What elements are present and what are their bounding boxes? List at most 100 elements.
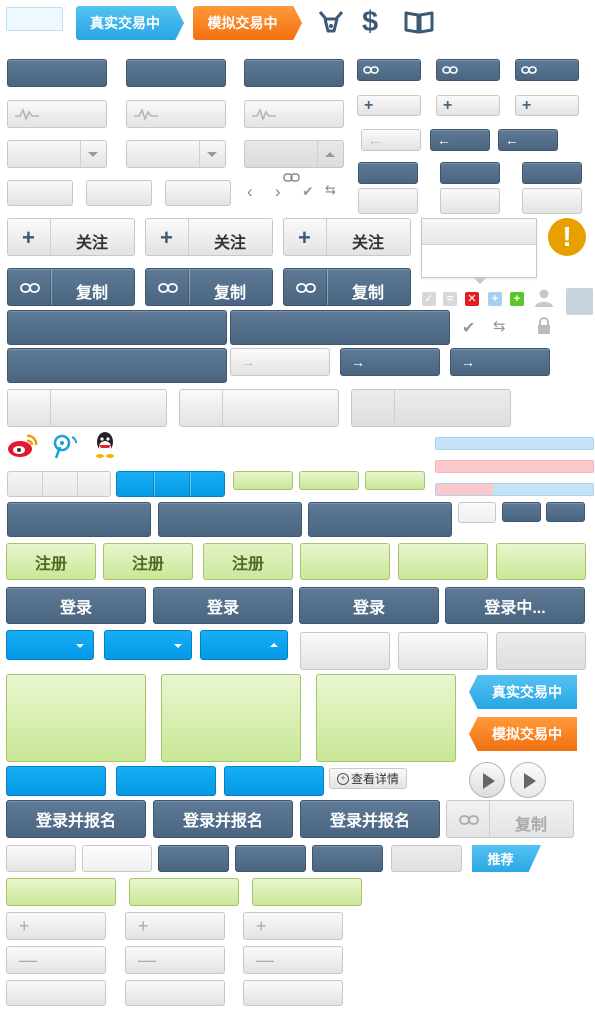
back-button-gray[interactable]: ←	[361, 129, 421, 151]
login-button-3[interactable]: 登录	[299, 587, 439, 624]
login-button-2[interactable]: 登录	[153, 587, 293, 624]
login-signup-button-1[interactable]: 登录并报名	[6, 800, 146, 838]
small-gray-button-3[interactable]	[165, 180, 231, 206]
next-button-gray[interactable]: →	[230, 348, 330, 376]
tiny-blue-button-2[interactable]	[546, 502, 585, 522]
large-blue-button-2[interactable]	[158, 502, 302, 537]
tencent-weibo-icon[interactable]	[52, 433, 80, 459]
gray-button-r20-2[interactable]	[82, 845, 152, 872]
segmented-gray[interactable]	[7, 471, 111, 497]
minus-button-1[interactable]: —	[6, 946, 106, 974]
view-details-button[interactable]: + 查看详情	[329, 768, 407, 789]
blue-button-r20-3[interactable]	[312, 845, 383, 872]
sky-dropdown-3[interactable]	[200, 630, 288, 660]
wide-blue-button-2[interactable]	[230, 310, 450, 345]
sky-button-1[interactable]	[6, 766, 106, 796]
chart-button-1[interactable]	[7, 100, 107, 128]
large-blue-button-1[interactable]	[7, 502, 151, 537]
large-blue-button-3[interactable]	[308, 502, 452, 537]
qq-icon[interactable]	[93, 431, 117, 459]
follow-button-2[interactable]: + 关注	[145, 218, 273, 256]
chart-button-2[interactable]	[126, 100, 226, 128]
gray-medium-button-1[interactable]	[300, 632, 390, 670]
login-signup-button-2[interactable]: 登录并报名	[153, 800, 293, 838]
register-button-2[interactable]: 注册	[103, 543, 193, 580]
blank-gray-mini-2[interactable]	[440, 188, 500, 214]
split-gray-button-3[interactable]	[351, 389, 511, 427]
small-gray-button-1[interactable]	[7, 180, 73, 206]
follow-button-1[interactable]: + 关注	[7, 218, 135, 256]
green-panel-2[interactable]	[161, 674, 301, 762]
gray-button-r24-3[interactable]	[243, 980, 343, 1006]
add-button-small-2[interactable]: +	[436, 95, 500, 116]
segmented-sky[interactable]	[116, 471, 225, 497]
blank-blue-mini-2[interactable]	[440, 162, 500, 184]
next-button-blue-1[interactable]: →	[340, 348, 440, 376]
copy-button-1[interactable]: 复制	[7, 268, 135, 306]
link-button-small-3[interactable]	[515, 59, 579, 81]
add-box-blue-icon[interactable]: +	[488, 292, 502, 306]
split-gray-button-1[interactable]	[7, 389, 167, 427]
gray-button-r24-2[interactable]	[125, 980, 225, 1006]
chart-button-3[interactable]	[244, 100, 344, 128]
add-box-green-icon[interactable]: +	[510, 292, 524, 306]
register-button-1[interactable]: 注册	[6, 543, 96, 580]
sky-dropdown-1[interactable]	[6, 630, 94, 660]
green-mini-button-1[interactable]	[233, 471, 293, 490]
gray-medium-button-2[interactable]	[398, 632, 488, 670]
error-box-icon[interactable]: ✕	[465, 292, 479, 306]
sky-button-3[interactable]	[224, 766, 324, 796]
blank-blue-button-2[interactable]	[126, 59, 226, 87]
next-button-blue-2[interactable]: →	[450, 348, 550, 376]
play-button-2[interactable]	[510, 762, 546, 798]
green-blank-button-3[interactable]	[496, 543, 586, 580]
wide-blue-button-1[interactable]	[7, 310, 227, 345]
blue-button-r20-1[interactable]	[158, 845, 229, 872]
copy-button-2[interactable]: 复制	[145, 268, 273, 306]
sky-button-2[interactable]	[116, 766, 216, 796]
dropdown-1[interactable]	[7, 140, 107, 168]
minus-box-icon[interactable]: =	[443, 292, 457, 306]
link-button-small-2[interactable]	[436, 59, 500, 81]
green-button-r21-3[interactable]	[252, 878, 362, 906]
register-button-3[interactable]: 注册	[203, 543, 293, 580]
green-panel-1[interactable]	[6, 674, 146, 762]
chevron-left-icon[interactable]: ‹	[247, 182, 253, 202]
green-blank-button-1[interactable]	[300, 543, 390, 580]
chevron-right-icon[interactable]: ›	[275, 182, 281, 202]
login-signup-button-3[interactable]: 登录并报名	[300, 800, 440, 838]
copy-button-disabled[interactable]: 复制	[446, 800, 574, 838]
gray-button-r20-3[interactable]	[391, 845, 462, 872]
add-button-small-1[interactable]: +	[357, 95, 421, 116]
login-button-1[interactable]: 登录	[6, 587, 146, 624]
split-gray-button-2[interactable]	[179, 389, 339, 427]
blank-gray-mini-1[interactable]	[358, 188, 418, 214]
plus-button-2[interactable]: +	[125, 912, 225, 940]
checkbox-disabled-icon[interactable]: ✓	[422, 292, 436, 306]
back-button-blue-2[interactable]: ←	[498, 129, 558, 151]
play-button-1[interactable]	[469, 762, 505, 798]
minus-button-3[interactable]: —	[243, 946, 343, 974]
follow-button-3[interactable]: + 关注	[283, 218, 411, 256]
blue-button-r20-2[interactable]	[235, 845, 306, 872]
gray-button-r20-1[interactable]	[6, 845, 76, 872]
green-mini-button-3[interactable]	[365, 471, 425, 490]
sky-dropdown-2[interactable]	[104, 630, 192, 660]
plus-button-1[interactable]: +	[6, 912, 106, 940]
weibo-icon[interactable]	[7, 433, 39, 459]
wide-blue-button-3[interactable]	[7, 348, 227, 383]
green-mini-button-2[interactable]	[299, 471, 359, 490]
green-blank-button-2[interactable]	[398, 543, 488, 580]
copy-button-3[interactable]: 复制	[283, 268, 411, 306]
blank-blue-button-3[interactable]	[244, 59, 344, 87]
plus-button-3[interactable]: +	[243, 912, 343, 940]
link-button-small-1[interactable]	[357, 59, 421, 81]
back-button-blue-1[interactable]: ←	[430, 129, 490, 151]
add-button-small-3[interactable]: +	[515, 95, 579, 116]
minus-button-2[interactable]: —	[125, 946, 225, 974]
dropdown-2[interactable]	[126, 140, 226, 168]
tiny-gray-button[interactable]	[458, 502, 496, 523]
gray-medium-button-3[interactable]	[496, 632, 586, 670]
green-button-r21-2[interactable]	[129, 878, 239, 906]
blank-blue-mini-1[interactable]	[358, 162, 418, 184]
